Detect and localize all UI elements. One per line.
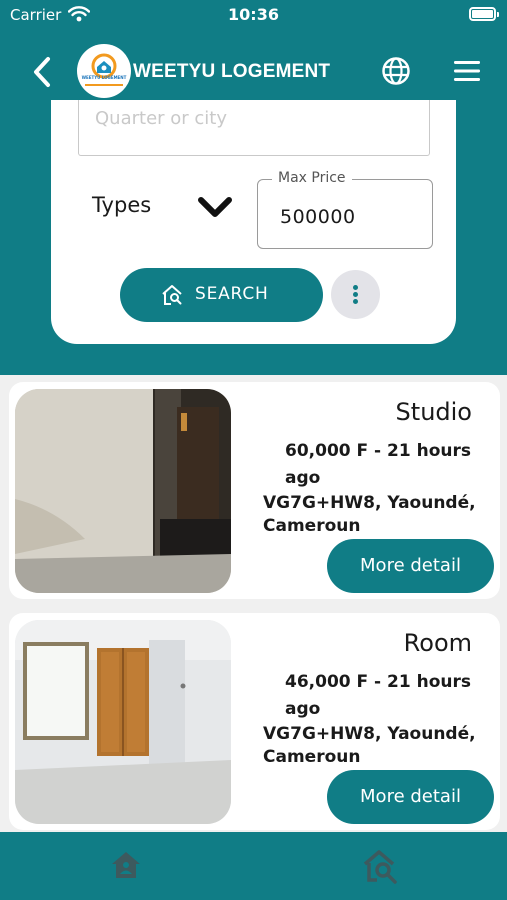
listing-card[interactable]: Room 46,000 F - 21 hours ago VG7G+HW8, Y… [9,613,500,830]
logo-text: WEETYU LOGEMENT [81,75,127,80]
status-bar: Carrier 10:36 [0,0,507,32]
globe-icon[interactable] [381,56,411,86]
battery-icon [469,7,499,21]
types-label[interactable]: Types [92,193,151,217]
listing-title: Studio [395,398,472,426]
search-button-label: SEARCH [195,284,269,304]
home-icon[interactable] [110,850,142,880]
listing-card[interactable]: Studio 60,000 F - 21 hours ago VG7G+HW8,… [9,382,500,599]
search-card: Quarter or city Types Max Price 500000 S… [51,100,456,344]
listing-photo[interactable] [15,620,231,824]
listing-image [15,620,231,824]
location-placeholder: Quarter or city [95,108,228,129]
more-dot [353,299,358,304]
listing-image [15,389,231,593]
back-icon[interactable] [28,56,56,88]
chevron-down-icon[interactable] [197,194,233,220]
app-logo: WEETYU LOGEMENT [77,44,131,98]
more-detail-button[interactable]: More detail [327,770,494,824]
listing-location: VG7G+HW8, Yaoundé, Cameroun [263,493,476,536]
logo-icon [85,53,123,86]
search-button[interactable]: SEARCH [120,268,323,322]
more-detail-button[interactable]: More detail [327,539,494,593]
listing-photo[interactable] [15,389,231,593]
listing-location: VG7G+HW8, Yaoundé, Cameroun [263,724,476,767]
status-time: 10:36 [228,5,279,24]
app-title: WEETYU LOGEMENT [133,61,331,82]
home-search-icon [162,285,182,305]
location-search-input[interactable]: Quarter or city [78,100,430,156]
max-price-value: 500000 [280,206,356,228]
listing-price-time: 46,000 F - 21 hours ago [285,672,471,719]
listing-title: Room [403,629,472,657]
max-price-label: Max Price [272,170,352,186]
more-dot [353,292,358,297]
hamburger-menu-icon[interactable] [453,60,481,82]
listing-price-time: 60,000 F - 21 hours ago [285,441,471,488]
home-search-icon[interactable] [363,850,399,884]
max-price-field[interactable]: Max Price 500000 [257,170,433,249]
more-options-button[interactable] [331,270,380,319]
more-vertical-icon [353,285,358,290]
bottom-navigation [0,832,507,900]
